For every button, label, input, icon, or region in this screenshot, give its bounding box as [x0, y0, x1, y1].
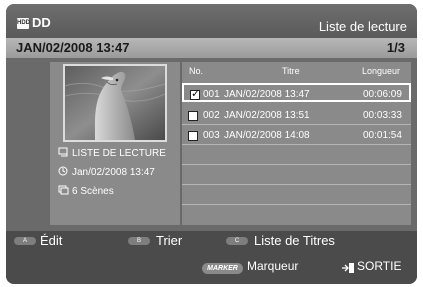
playlist-screen: HDD DD Liste de lecture JAN/02/2008 13:4… [6, 4, 417, 284]
checkbox[interactable] [188, 111, 198, 121]
marker-button[interactable]: Marqueur [247, 259, 298, 273]
checkbox[interactable] [188, 131, 198, 141]
scenes-icon [58, 185, 69, 195]
sort-button[interactable]: Trier [156, 233, 182, 248]
title-bar: HDD DD Liste de lecture [6, 4, 417, 38]
row-title: JAN/02/2008 14:08 [224, 130, 310, 141]
key-a-icon: A [14, 237, 36, 245]
row-title: JAN/02/2008 13:47 [224, 89, 310, 100]
date-bar: JAN/02/2008 13:47 1/3 [6, 38, 417, 58]
edit-button[interactable]: Édit [40, 233, 62, 248]
table-row[interactable]: 002 JAN/02/2008 13:51 00:03:33 [182, 106, 411, 125]
marker-key-icon: MARKER [202, 263, 243, 274]
date-line: Jan/02/2008 13:47 [58, 166, 155, 182]
title-list-button[interactable]: Liste de Titres [254, 233, 335, 248]
table-row[interactable]: 003 JAN/02/2008 14:08 00:01:54 [182, 126, 411, 145]
footer-bar: A Édit B Trier C Liste de Titres MARKER … [6, 231, 417, 284]
title-list: No. Titre Longueur ✓ 001 JAN/02/2008 13:… [182, 62, 411, 225]
row-number: 001 [203, 89, 220, 100]
info-panel: LISTE DE LECTURE Jan/02/2008 13:47 6 Scè… [50, 62, 180, 225]
row-length: 00:03:33 [363, 110, 402, 121]
device-title: DD [32, 15, 51, 30]
playlist-label: LISTE DE LECTURE [72, 148, 166, 159]
clock-icon [58, 166, 68, 176]
column-header-length: Longueur [362, 66, 401, 76]
dolphin-image [65, 66, 165, 140]
empty-row [182, 186, 411, 205]
hdd-icon: HDD [17, 18, 30, 29]
column-header-no: No. [189, 66, 204, 76]
screen-title: Liste de lecture [318, 19, 407, 34]
exit-button[interactable]: SORTIE [357, 259, 401, 273]
scenes-line: 6 Scènes [58, 185, 114, 201]
empty-row [182, 146, 411, 165]
checkbox[interactable]: ✓ [190, 88, 201, 100]
row-number: 003 [203, 130, 220, 141]
empty-row [182, 166, 411, 185]
playlist-label-line: LISTE DE LECTURE [58, 147, 166, 163]
row-title: JAN/02/2008 13:51 [224, 110, 310, 121]
exit-icon [342, 263, 354, 273]
key-b-icon: B [128, 237, 150, 245]
playlist-icon [58, 147, 68, 157]
page-indicator: 1/3 [386, 40, 405, 55]
table-row[interactable]: ✓ 001 JAN/02/2008 13:47 00:06:09 [182, 83, 411, 102]
key-c-icon: C [226, 237, 248, 245]
empty-row [182, 206, 411, 225]
row-number: 002 [203, 110, 220, 121]
column-header-title: Titre [282, 66, 300, 76]
row-length: 00:06:09 [363, 89, 402, 100]
check-mark-icon: ✓ [191, 88, 201, 100]
current-date: JAN/02/2008 13:47 [16, 40, 130, 55]
scene-count: 6 Scènes [72, 186, 114, 197]
recording-date: Jan/02/2008 13:47 [72, 167, 155, 178]
thumbnail-image [63, 64, 167, 142]
row-length: 00:01:54 [363, 130, 402, 141]
